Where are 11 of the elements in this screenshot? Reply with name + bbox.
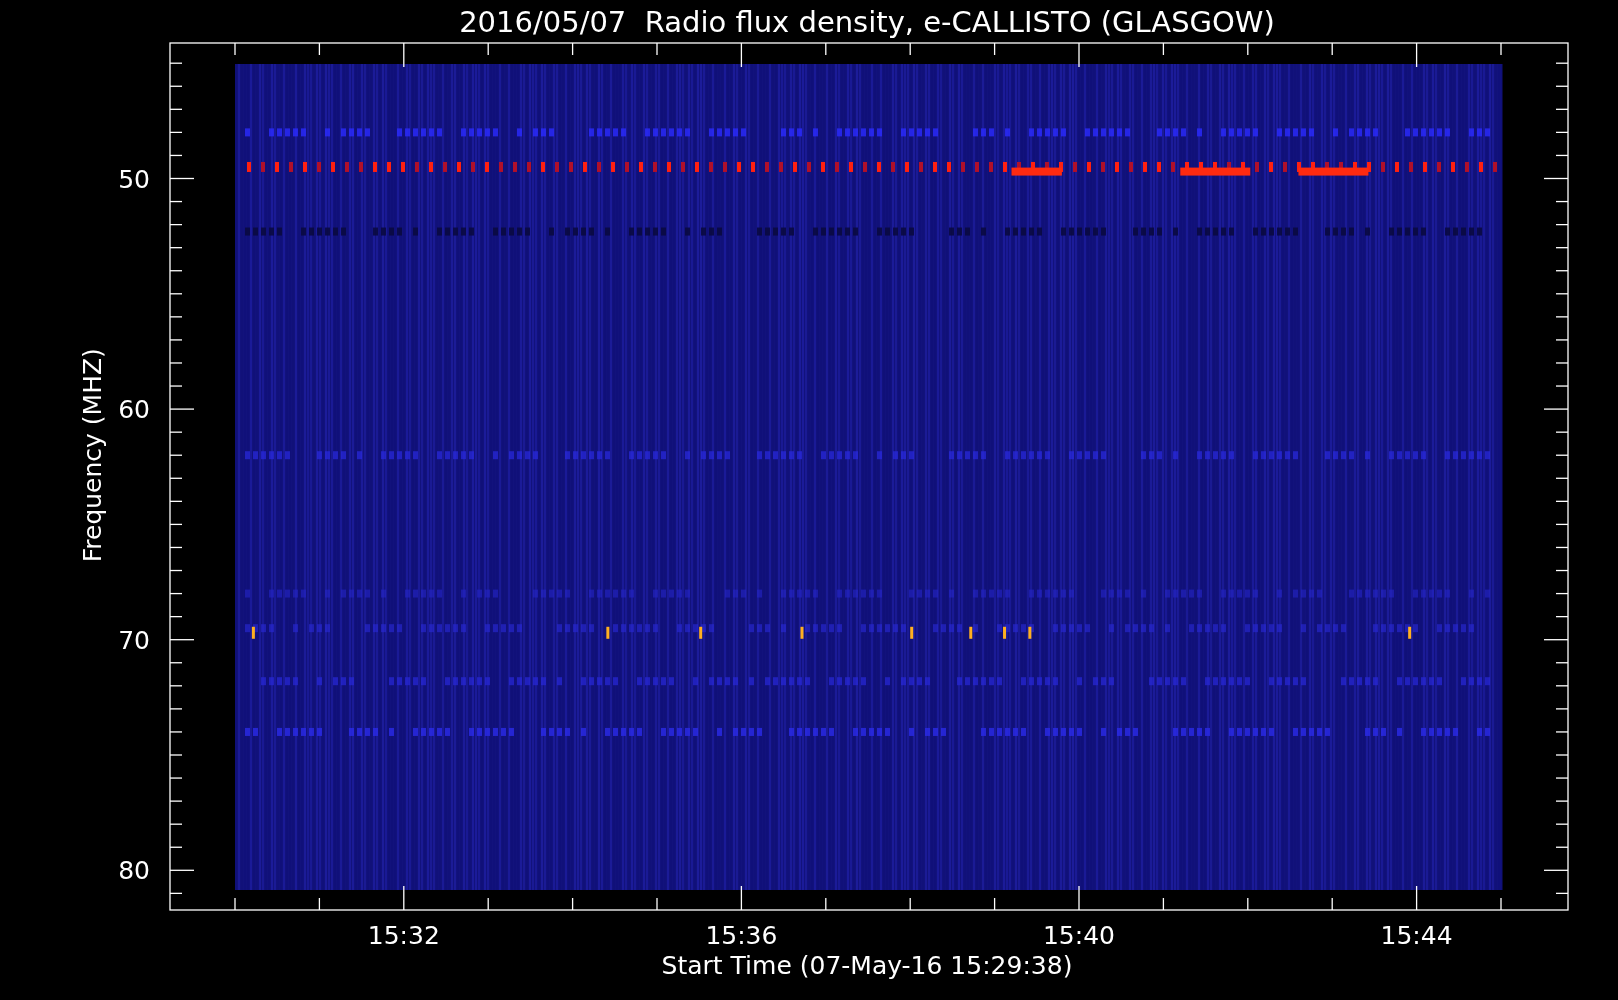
tick-label: 80 bbox=[118, 856, 150, 886]
axis-label: Start Time (07-May-16 15:29:38) bbox=[661, 951, 1073, 980]
axis-label: Frequency (MHZ) bbox=[78, 348, 107, 563]
tick-label: 60 bbox=[118, 395, 150, 425]
tick-label: 15:40 bbox=[1043, 921, 1115, 950]
tick-label: 50 bbox=[118, 164, 150, 194]
tick-label: 15:36 bbox=[705, 921, 778, 950]
chart-title: 2016/05/07 Radio flux density, e-CALLISTO (GLASGOW) bbox=[459, 5, 1275, 39]
tick-label: 70 bbox=[118, 625, 150, 655]
tick-label: 15:32 bbox=[367, 921, 440, 950]
tick-label: 15:44 bbox=[1380, 921, 1453, 950]
